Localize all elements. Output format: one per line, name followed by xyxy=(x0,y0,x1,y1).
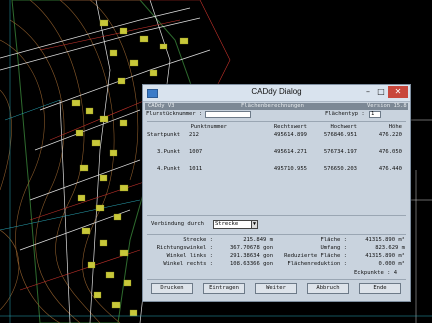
drucken-button[interactable]: Drucken xyxy=(151,283,193,294)
point-number: 212 xyxy=(189,132,199,138)
result-label: Winkel rechts : xyxy=(163,261,213,267)
close-button[interactable]: ✕ xyxy=(388,86,408,98)
caddy-dialog: CADdy Dialog – □ ✕ CADdy V3 Flächenberec… xyxy=(142,84,411,302)
hochwert-value: 576650.203 xyxy=(323,166,357,172)
version-label: Version 15.8 xyxy=(367,103,407,109)
point-number: 1011 xyxy=(189,166,203,172)
flaechentyp-label: Flächentyp : xyxy=(325,111,365,117)
eckpunkte-count: Eckpunkte : 4 xyxy=(353,270,397,276)
dropdown-arrow-icon[interactable]: ▼ xyxy=(251,220,258,229)
flurstueck-label: Flurstücknummer : xyxy=(146,111,203,117)
section-title: Flächenberechnungen xyxy=(241,103,304,109)
row-label: Startpunkt xyxy=(147,132,181,138)
rechtswert-value: 495614.271 xyxy=(273,149,307,155)
result-label: Reduzierte Fläche : xyxy=(284,253,347,259)
eintragen-button[interactable]: Eintragen xyxy=(203,283,245,294)
maximize-button[interactable]: □ xyxy=(375,86,387,98)
point-number: 1007 xyxy=(189,149,203,155)
result-label: Richtungswinkel : xyxy=(156,245,213,251)
result-value: 215.849 m xyxy=(243,237,273,243)
abbruch-button[interactable]: Abbruch xyxy=(307,283,349,294)
result-label: Winkel links : xyxy=(166,253,213,259)
hochwert-value: 576734.197 xyxy=(323,149,357,155)
result-label: Strecke : xyxy=(183,237,213,243)
col-hochwert: Hochwert xyxy=(330,124,358,130)
title-bar[interactable]: CADdy Dialog – □ ✕ xyxy=(143,85,410,102)
hoehe-value: 476.440 xyxy=(378,166,402,172)
weiter-button[interactable]: Weiter xyxy=(255,283,297,294)
connection-label: Verbindung durch xyxy=(151,221,204,227)
result-value: 823.629 m xyxy=(375,245,405,251)
result-label: Fläche : xyxy=(320,237,348,243)
result-value: 367.70678 gon xyxy=(229,245,273,251)
points-panel: Punktnummer Rechtswert Hochwert Höhe Sta… xyxy=(147,121,406,204)
minimize-button[interactable]: – xyxy=(362,86,374,98)
col-hoehe: Höhe xyxy=(388,124,402,130)
hoehe-value: 476.220 xyxy=(378,132,402,138)
rechtswert-value: 495710.955 xyxy=(273,166,307,172)
hochwert-value: 576846.951 xyxy=(323,132,357,138)
row-label: 4.Punkt xyxy=(157,166,181,172)
ende-button[interactable]: Ende xyxy=(359,283,401,294)
rechtswert-value: 495614.899 xyxy=(273,132,307,138)
result-label: Flächenreduktion : xyxy=(287,261,347,267)
result-value: 41315.890 m² xyxy=(365,253,405,259)
flurstueck-field[interactable] xyxy=(205,111,251,118)
results-panel: Strecke : 215.849 m Richtungswinkel : 36… xyxy=(147,235,406,280)
col-punktnummer: Punktnummer xyxy=(190,124,227,130)
result-value: 291.38634 gon xyxy=(229,253,273,259)
result-label: Umfang : xyxy=(320,245,348,251)
result-value: 41315.890 m² xyxy=(365,237,405,243)
hoehe-value: 476.050 xyxy=(378,149,402,155)
row-label: 3.Punkt xyxy=(157,149,181,155)
header-strip: CADdy V3 Flächenberechnungen Version 15.… xyxy=(145,103,408,110)
result-value: 108.63366 gon xyxy=(229,261,273,267)
flaechentyp-field[interactable]: 1 xyxy=(369,111,381,118)
col-rechtswert: Rechtswert xyxy=(273,124,307,130)
app-version-label: CADdy V3 xyxy=(148,103,175,109)
result-value: 0.000 m² xyxy=(378,261,406,267)
